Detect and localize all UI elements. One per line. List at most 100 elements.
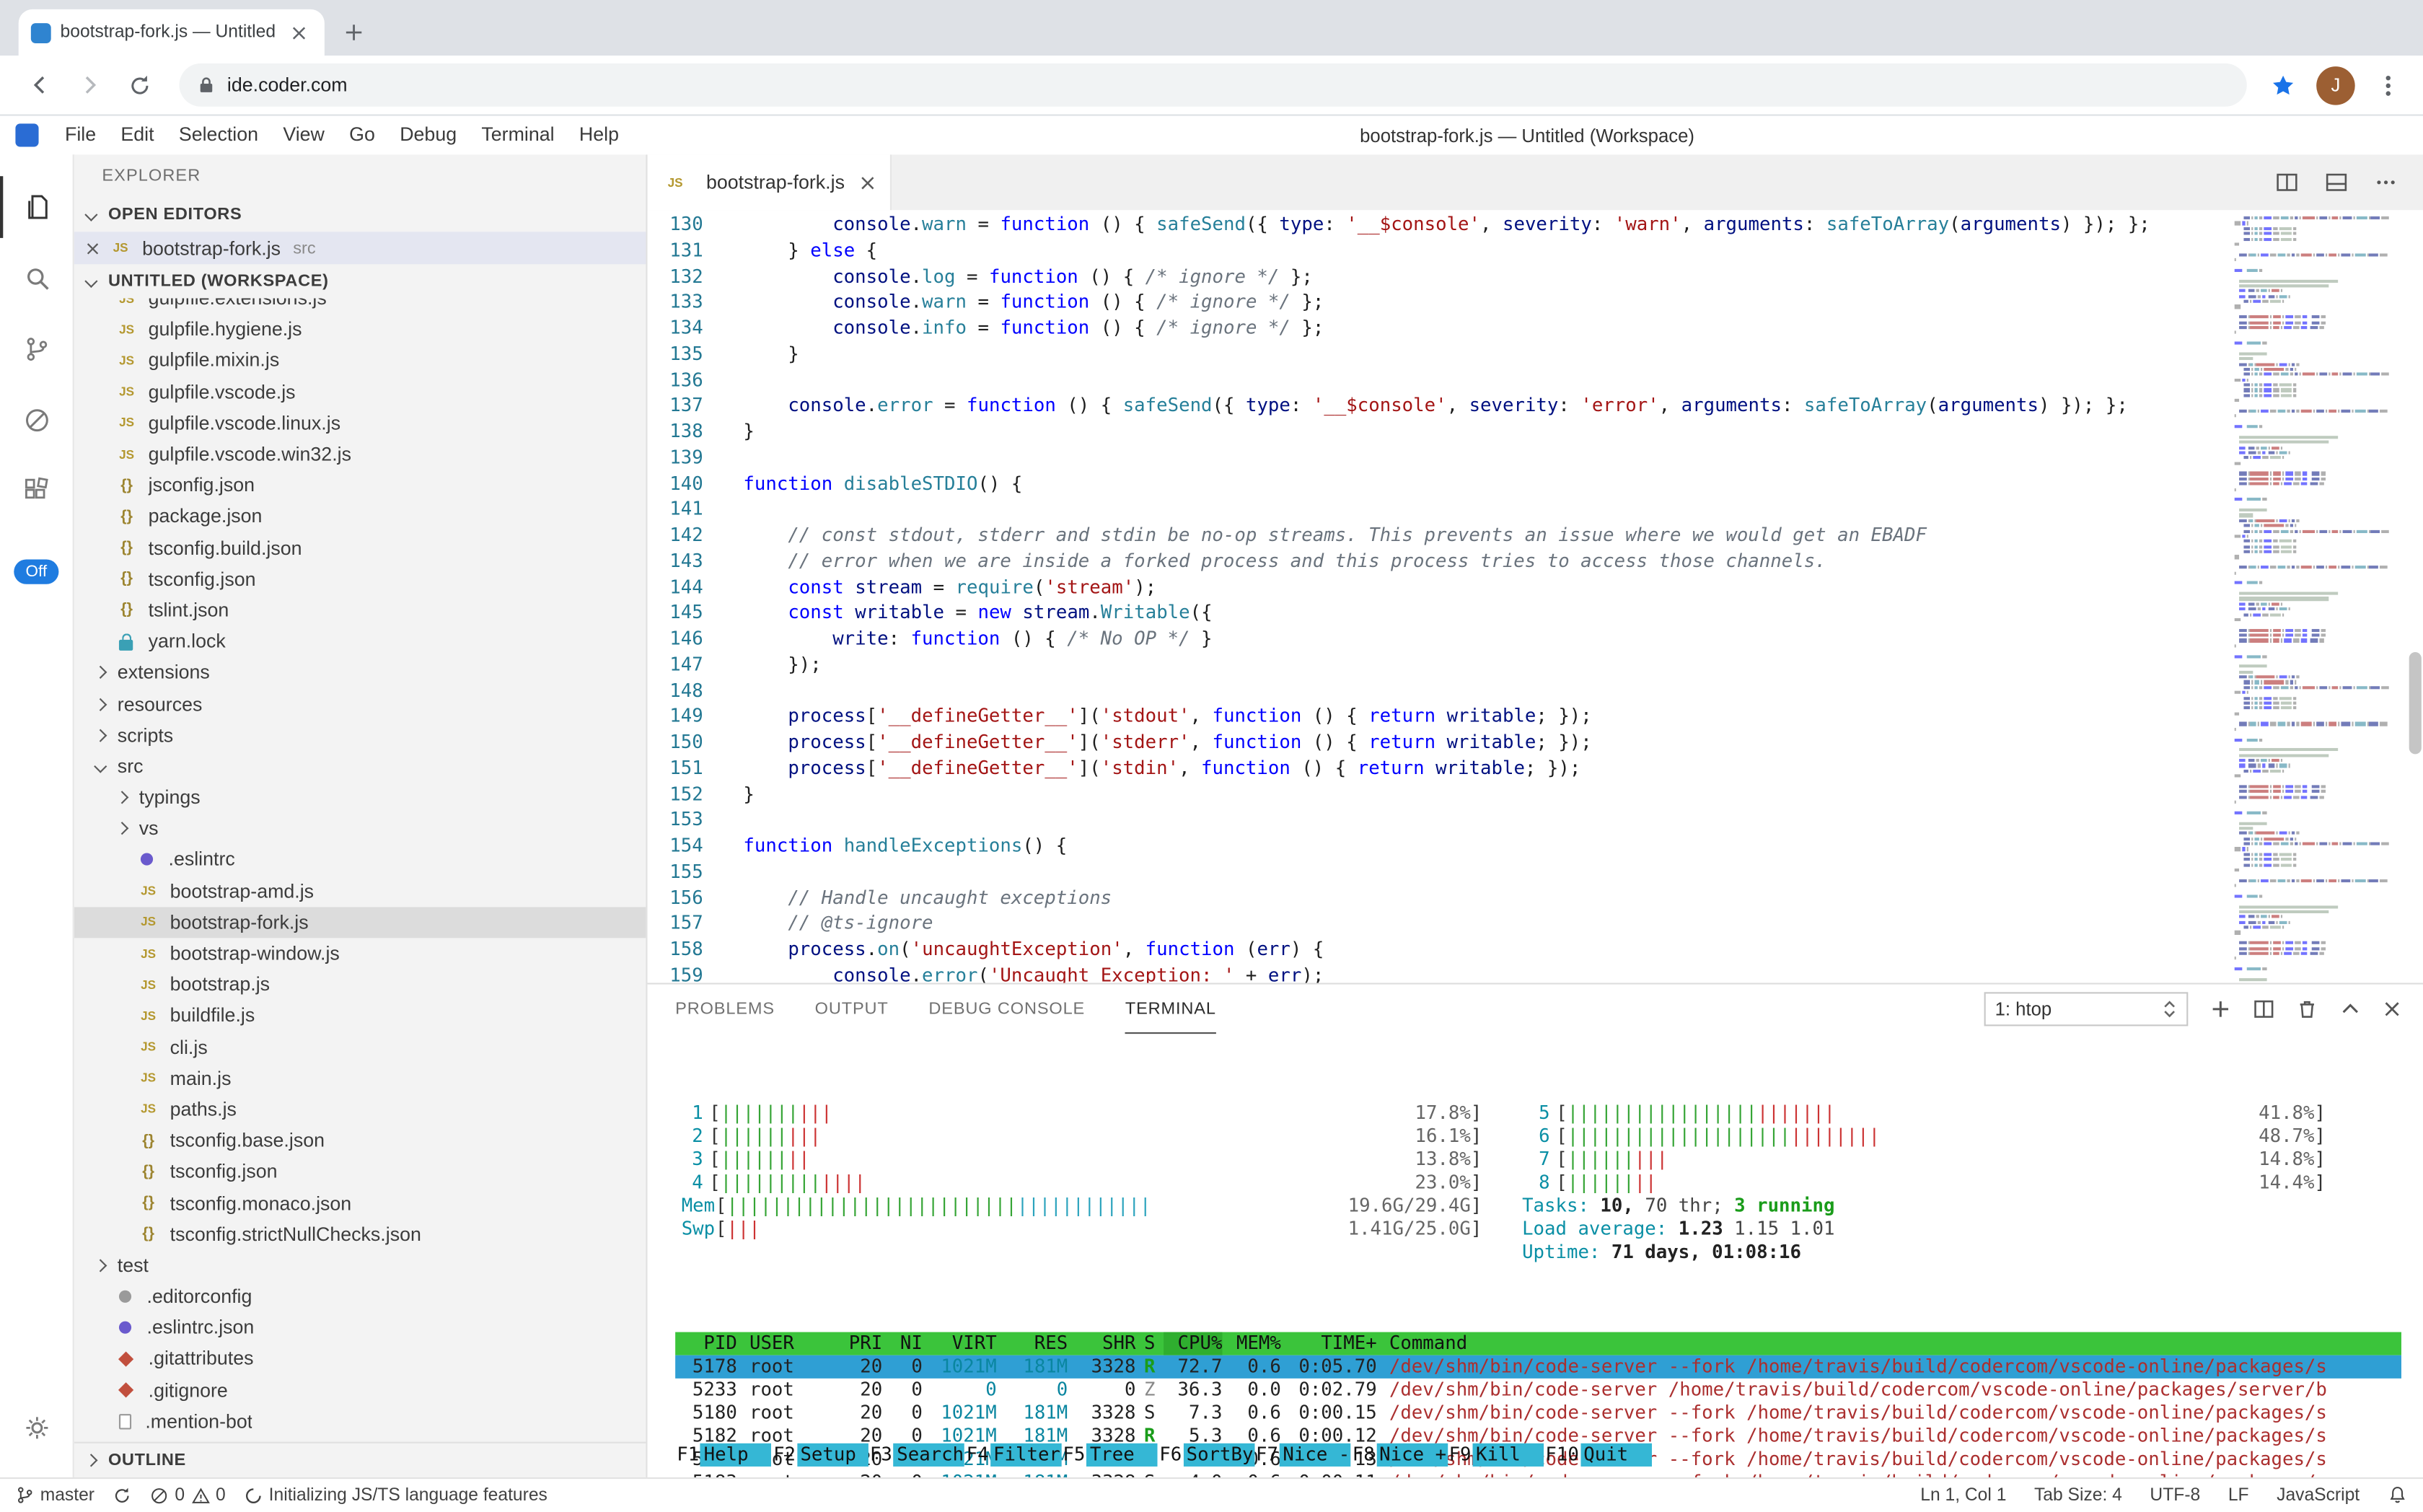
editor-scrollbar[interactable] bbox=[2409, 652, 2422, 754]
panel-tab-terminal[interactable]: TERMINAL bbox=[1125, 985, 1216, 1033]
tree-item-tslint-json[interactable]: {}tslint.json bbox=[74, 594, 646, 625]
minimap[interactable] bbox=[2235, 216, 2401, 983]
tab-close-icon[interactable] bbox=[284, 19, 312, 47]
tree-item-gulpfile-hygiene-js[interactable]: JSgulpfile.hygiene.js bbox=[74, 314, 646, 345]
close-panel-icon[interactable] bbox=[2383, 1000, 2401, 1019]
tree-item-bootstrap-amd-js[interactable]: JSbootstrap-amd.js bbox=[74, 876, 646, 907]
tree-item-tsconfig-build-json[interactable]: {}tsconfig.build.json bbox=[74, 532, 646, 563]
tree-item-gitattributes[interactable]: .gitattributes bbox=[74, 1343, 646, 1374]
new-terminal-icon[interactable] bbox=[2209, 998, 2231, 1020]
tree-item-test[interactable]: test bbox=[74, 1250, 646, 1281]
code-line-130: 130 console.warn = function () { safeSen… bbox=[648, 211, 2222, 237]
tree-item-buildfile-js[interactable]: JSbuildfile.js bbox=[74, 1001, 646, 1032]
minimap-line bbox=[2235, 347, 2389, 351]
bookmark-star-icon[interactable] bbox=[2272, 74, 2295, 97]
more-actions-icon[interactable] bbox=[2373, 170, 2398, 195]
tree-item-mention-bot[interactable]: .mention-bot bbox=[74, 1406, 646, 1437]
tree-item-bootstrap-window-js[interactable]: JSbootstrap-window.js bbox=[74, 938, 646, 969]
sync-status[interactable] bbox=[113, 1486, 132, 1505]
close-editor-icon[interactable] bbox=[87, 242, 99, 254]
code-editor[interactable]: 130 console.warn = function () { safeSen… bbox=[648, 210, 2423, 983]
tree-item-bootstrap-fork-js[interactable]: JSbootstrap-fork.js bbox=[74, 907, 646, 938]
forward-icon[interactable] bbox=[69, 65, 110, 105]
panel-tab-problems[interactable]: PROBLEMS bbox=[675, 985, 775, 1033]
tree-item-main-js[interactable]: JSmain.js bbox=[74, 1063, 646, 1094]
tree-item-eslintrc-json[interactable]: .eslintrc.json bbox=[74, 1312, 646, 1343]
panel-tab-debug-console[interactable]: DEBUG CONSOLE bbox=[928, 985, 1085, 1033]
status-ln-1-col-1[interactable]: Ln 1, Col 1 bbox=[1920, 1486, 2006, 1505]
split-terminal-icon[interactable] bbox=[2253, 998, 2274, 1020]
off-badge[interactable]: Off bbox=[13, 559, 59, 584]
explorer-icon[interactable] bbox=[0, 176, 74, 238]
language-status-message[interactable]: Initializing JS/TS language features bbox=[244, 1486, 547, 1505]
app-logo[interactable] bbox=[15, 123, 38, 146]
tree-item-gulpfile-extensions-js[interactable]: JSgulpfile.extensions.js bbox=[74, 298, 646, 314]
tree-item-gulpfile-vscode-win32-js[interactable]: JSgulpfile.vscode.win32.js bbox=[74, 439, 646, 470]
tree-item-jsconfig-json[interactable]: {}jsconfig.json bbox=[74, 470, 646, 501]
outline-header[interactable]: OUTLINE bbox=[74, 1442, 646, 1477]
tree-item-paths-js[interactable]: JSpaths.js bbox=[74, 1094, 646, 1125]
terminal-select[interactable]: 1: htop bbox=[1984, 992, 2189, 1026]
debug-icon[interactable] bbox=[0, 390, 74, 452]
minimap-line bbox=[2235, 895, 2389, 898]
browser-tab[interactable]: bootstrap-fork.js — Untitled (W bbox=[19, 9, 325, 56]
tree-item-yarn-lock[interactable]: yarn.lock bbox=[74, 626, 646, 657]
status-javascript[interactable]: JavaScript bbox=[2277, 1486, 2360, 1505]
open-editors-header[interactable]: OPEN EDITORS bbox=[74, 198, 646, 232]
tree-item-editorconfig[interactable]: .editorconfig bbox=[74, 1281, 646, 1312]
avatar[interactable]: J bbox=[2316, 66, 2355, 105]
tree-item-tsconfig-json[interactable]: {}tsconfig.json bbox=[74, 563, 646, 594]
problems-status[interactable]: 0 0 bbox=[150, 1486, 226, 1505]
tree-item-gulpfile-vscode-linux-js[interactable]: JSgulpfile.vscode.linux.js bbox=[74, 408, 646, 439]
tree-item-tsconfig-base-json[interactable]: {}tsconfig.base.json bbox=[74, 1125, 646, 1156]
tree-item-resources[interactable]: resources bbox=[74, 688, 646, 719]
tree-item-bootstrap-js[interactable]: JSbootstrap.js bbox=[74, 969, 646, 1000]
menu-item-view[interactable]: View bbox=[271, 116, 337, 155]
tree-item-tsconfig-strictnullchecks-json[interactable]: {}tsconfig.strictNullChecks.json bbox=[74, 1218, 646, 1249]
tree-item-gitignore[interactable]: .gitignore bbox=[74, 1375, 646, 1406]
source-control-icon[interactable] bbox=[0, 318, 74, 380]
split-editor-icon[interactable] bbox=[2274, 170, 2299, 195]
tree-item-tsconfig-json[interactable]: {}tsconfig.json bbox=[74, 1156, 646, 1187]
tree-item-vs[interactable]: vs bbox=[74, 813, 646, 844]
menu-item-selection[interactable]: Selection bbox=[167, 116, 271, 155]
workspace-header[interactable]: UNTITLED (WORKSPACE) bbox=[74, 264, 646, 298]
tree-item-tsconfig-monaco-json[interactable]: {}tsconfig.monaco.json bbox=[74, 1187, 646, 1218]
panel-tab-output[interactable]: OUTPUT bbox=[815, 985, 889, 1033]
menu-item-file[interactable]: File bbox=[53, 116, 108, 155]
tree-item-scripts[interactable]: scripts bbox=[74, 719, 646, 750]
terminal[interactable]: 1[||||||||||17.8%]5[||||||||||||||||||||… bbox=[648, 1034, 2423, 1477]
status-utf-8[interactable]: UTF-8 bbox=[2150, 1486, 2200, 1505]
extensions-icon[interactable] bbox=[0, 460, 74, 522]
open-editor-item[interactable]: JS bootstrap-fork.js src bbox=[74, 232, 646, 264]
tree-item-gulpfile-vscode-js[interactable]: JSgulpfile.vscode.js bbox=[74, 377, 646, 408]
reload-icon[interactable] bbox=[119, 65, 159, 105]
toggle-layout-icon[interactable] bbox=[2324, 170, 2349, 195]
url-bar[interactable]: ide.coder.com bbox=[179, 63, 2246, 107]
status-lf[interactable]: LF bbox=[2228, 1486, 2249, 1505]
menu-item-go[interactable]: Go bbox=[337, 116, 387, 155]
tree-item-src[interactable]: src bbox=[74, 751, 646, 782]
tree-item-cli-js[interactable]: JScli.js bbox=[74, 1032, 646, 1063]
menu-item-help[interactable]: Help bbox=[567, 116, 631, 155]
editor-tab-bootstrap-fork[interactable]: JS bootstrap-fork.js bbox=[648, 154, 892, 210]
tree-item-extensions[interactable]: extensions bbox=[74, 657, 646, 688]
git-branch-status[interactable]: master bbox=[15, 1485, 94, 1506]
menu-item-debug[interactable]: Debug bbox=[387, 116, 469, 155]
tree-item-gulpfile-mixin-js[interactable]: JSgulpfile.mixin.js bbox=[74, 346, 646, 377]
menu-item-terminal[interactable]: Terminal bbox=[469, 116, 566, 155]
settings-gear-icon[interactable] bbox=[0, 1397, 74, 1459]
tree-item-eslintrc[interactable]: .eslintrc bbox=[74, 844, 646, 875]
status-tab-size-4[interactable]: Tab Size: 4 bbox=[2034, 1486, 2122, 1505]
editor-tab-close-icon[interactable] bbox=[860, 175, 874, 189]
browser-menu-icon[interactable] bbox=[2373, 75, 2401, 95]
kill-terminal-icon[interactable] bbox=[2296, 998, 2318, 1020]
notifications-bell-icon[interactable] bbox=[2388, 1485, 2408, 1506]
back-icon[interactable] bbox=[20, 65, 61, 105]
maximize-panel-icon[interactable] bbox=[2339, 998, 2361, 1020]
search-icon[interactable] bbox=[0, 247, 74, 309]
new-tab-button[interactable] bbox=[340, 19, 368, 47]
tree-item-package-json[interactable]: {}package.json bbox=[74, 501, 646, 532]
tree-item-typings[interactable]: typings bbox=[74, 782, 646, 813]
menu-item-edit[interactable]: Edit bbox=[108, 116, 166, 155]
